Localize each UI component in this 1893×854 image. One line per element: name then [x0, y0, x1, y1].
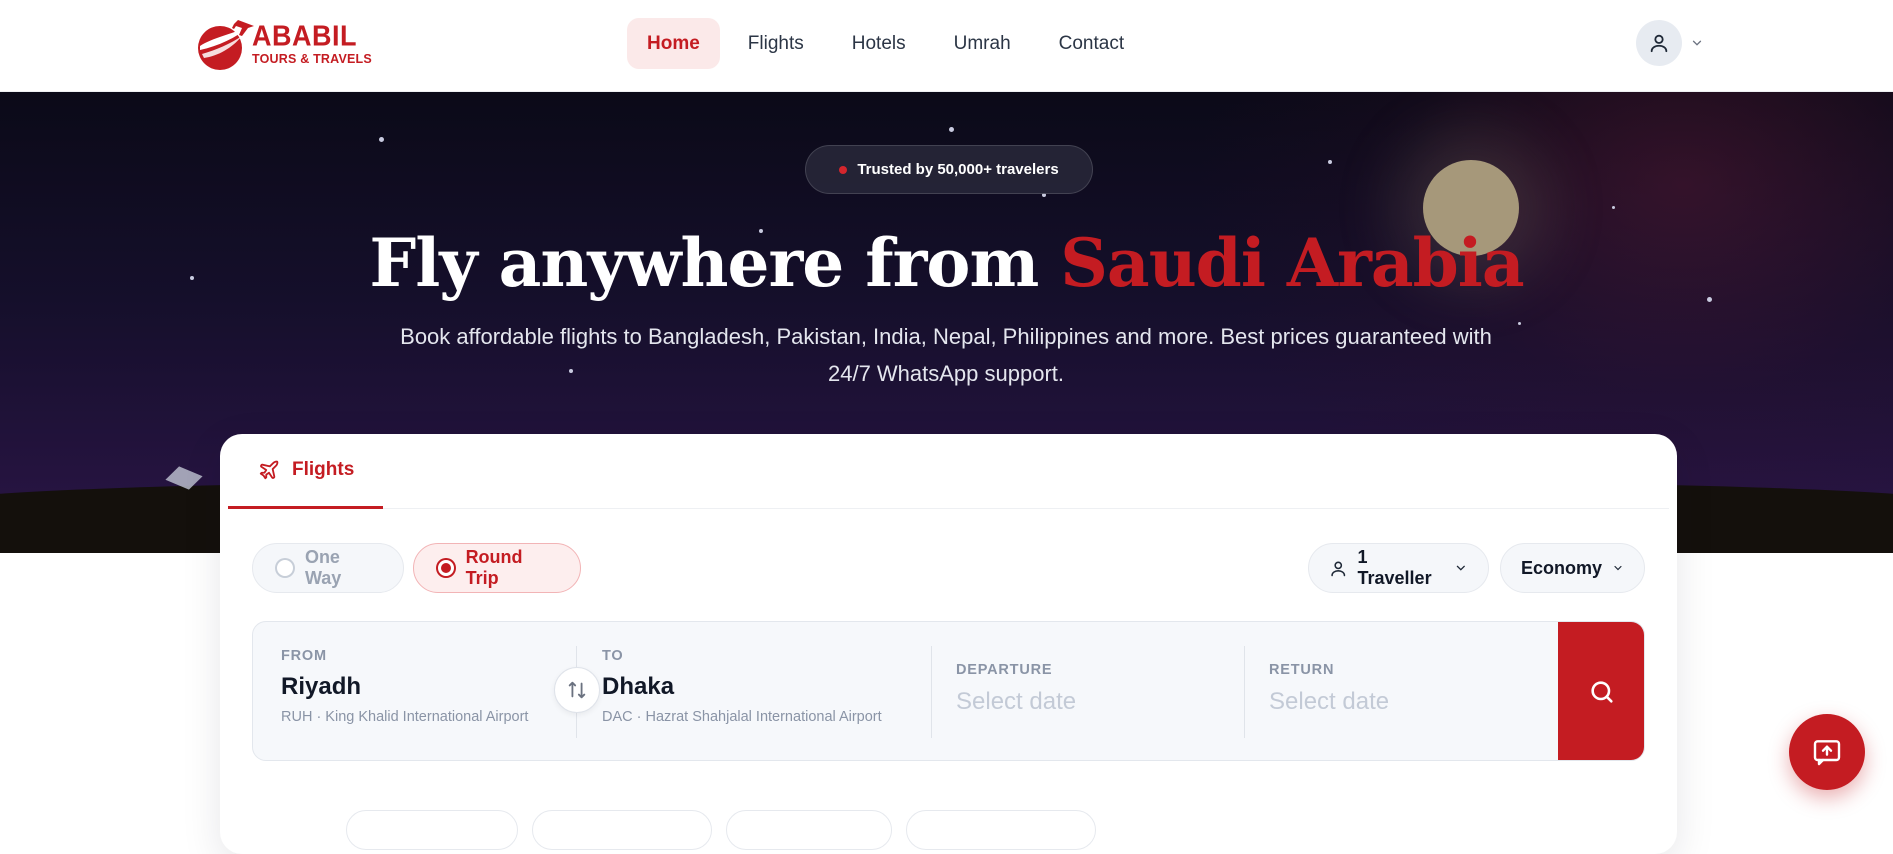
trust-badge-text: Trusted by 50,000+ travelers [857, 161, 1059, 178]
star [379, 137, 384, 142]
search-fields: FROM Riyadh RUH · King Khalid Internatio… [252, 621, 1645, 761]
to-field[interactable]: TO Dhaka DAC · Hazrat Shahjalal Internat… [602, 622, 932, 760]
from-field[interactable]: FROM Riyadh RUH · King Khalid Internatio… [281, 622, 571, 760]
badge-dot [839, 165, 848, 174]
user-menu[interactable] [1636, 20, 1704, 66]
traveller-selector[interactable]: 1 Traveller [1308, 543, 1489, 593]
brand-tagline: TOURS & TRAVELS [252, 51, 372, 66]
to-airport: DAC · Hazrat Shahjalal International Air… [602, 709, 882, 725]
logo-emblem-icon [192, 16, 254, 72]
divider [931, 646, 932, 738]
swap-icon [568, 681, 586, 699]
chevron-down-icon [1614, 565, 1622, 571]
route-chip[interactable] [726, 810, 892, 850]
return-label: RETURN [1269, 662, 1335, 678]
departure-label: DEPARTURE [956, 662, 1053, 678]
star [1612, 206, 1615, 209]
radio-one-way[interactable] [275, 558, 295, 578]
route-chip[interactable] [532, 810, 712, 850]
chevron-down-icon [1457, 565, 1466, 571]
nav-flights[interactable]: Flights [728, 18, 824, 69]
from-city: Riyadh [281, 673, 362, 700]
hero-headline: Fly anywhere from Saudi Arabia [0, 224, 1893, 302]
brand-logo[interactable]: ABABIL TOURS & TRAVELS [192, 16, 372, 72]
trust-badge: Trusted by 50,000+ travelers [805, 145, 1093, 194]
chat-support-icon [1813, 740, 1841, 766]
cabin-class-selector[interactable]: Economy [1500, 543, 1645, 593]
route-chip[interactable] [346, 810, 518, 850]
to-city: Dhaka [602, 673, 675, 700]
chat-support-button[interactable] [1789, 714, 1865, 790]
return-field[interactable]: RETURN Select date [1269, 622, 1539, 760]
brand-title: ABABIL [252, 19, 357, 52]
to-label: TO [602, 648, 624, 664]
chevron-down-icon[interactable] [1690, 36, 1704, 50]
nav-contact[interactable]: Contact [1039, 18, 1144, 69]
user-icon [1331, 561, 1346, 576]
swap-button[interactable] [554, 667, 600, 713]
main-menu: Home Flights Hotels Umrah Contact [627, 18, 1144, 69]
headline-main: Fly anywhere from [369, 224, 1061, 302]
trip-one-way-label: One Way [304, 547, 342, 588]
nav-hotels[interactable]: Hotels [832, 18, 926, 69]
nav-umrah[interactable]: Umrah [934, 18, 1031, 69]
search-tabs: Flights [228, 434, 1669, 509]
departure-field[interactable]: DEPARTURE Select date [956, 622, 1246, 760]
star [1328, 160, 1332, 164]
search-button[interactable] [1558, 622, 1644, 760]
trip-round-trip[interactable]: Round Trip [413, 543, 581, 593]
from-label: FROM [281, 648, 327, 664]
divider [1244, 646, 1245, 738]
top-navbar: ABABIL TOURS & TRAVELS Home Flights Hote… [0, 0, 1893, 92]
avatar[interactable] [1636, 20, 1682, 66]
nav-home[interactable]: Home [627, 18, 720, 69]
trip-round-trip-label: Round Trip [465, 547, 523, 588]
plane-icon [259, 460, 279, 480]
user-icon [1650, 34, 1668, 53]
cabin-class-value: Economy [1521, 557, 1603, 578]
flight-search-card: Flights One Way Round Trip 1 Traveller E… [220, 434, 1677, 854]
tab-flights[interactable]: Flights [228, 434, 383, 509]
return-placeholder: Select date [1269, 688, 1390, 715]
brand-name: ABABIL TOURS & TRAVELS [252, 19, 372, 66]
departure-placeholder: Select date [956, 688, 1077, 715]
search-icon [1591, 681, 1613, 703]
tab-flights-label: Flights [292, 459, 355, 480]
trip-one-way[interactable]: One Way [252, 543, 404, 593]
star [949, 127, 954, 132]
hero-subtitle: Book affordable flights to Bangladesh, P… [400, 324, 1492, 386]
route-chip[interactable] [906, 810, 1096, 850]
star [1518, 322, 1521, 325]
headline-accent: Saudi Arabia [1060, 224, 1524, 302]
radio-round-trip[interactable] [436, 558, 456, 578]
traveller-count: 1 Traveller [1357, 547, 1432, 588]
popular-routes-row [220, 810, 1677, 850]
from-airport: RUH · King Khalid International Airport [281, 709, 529, 725]
